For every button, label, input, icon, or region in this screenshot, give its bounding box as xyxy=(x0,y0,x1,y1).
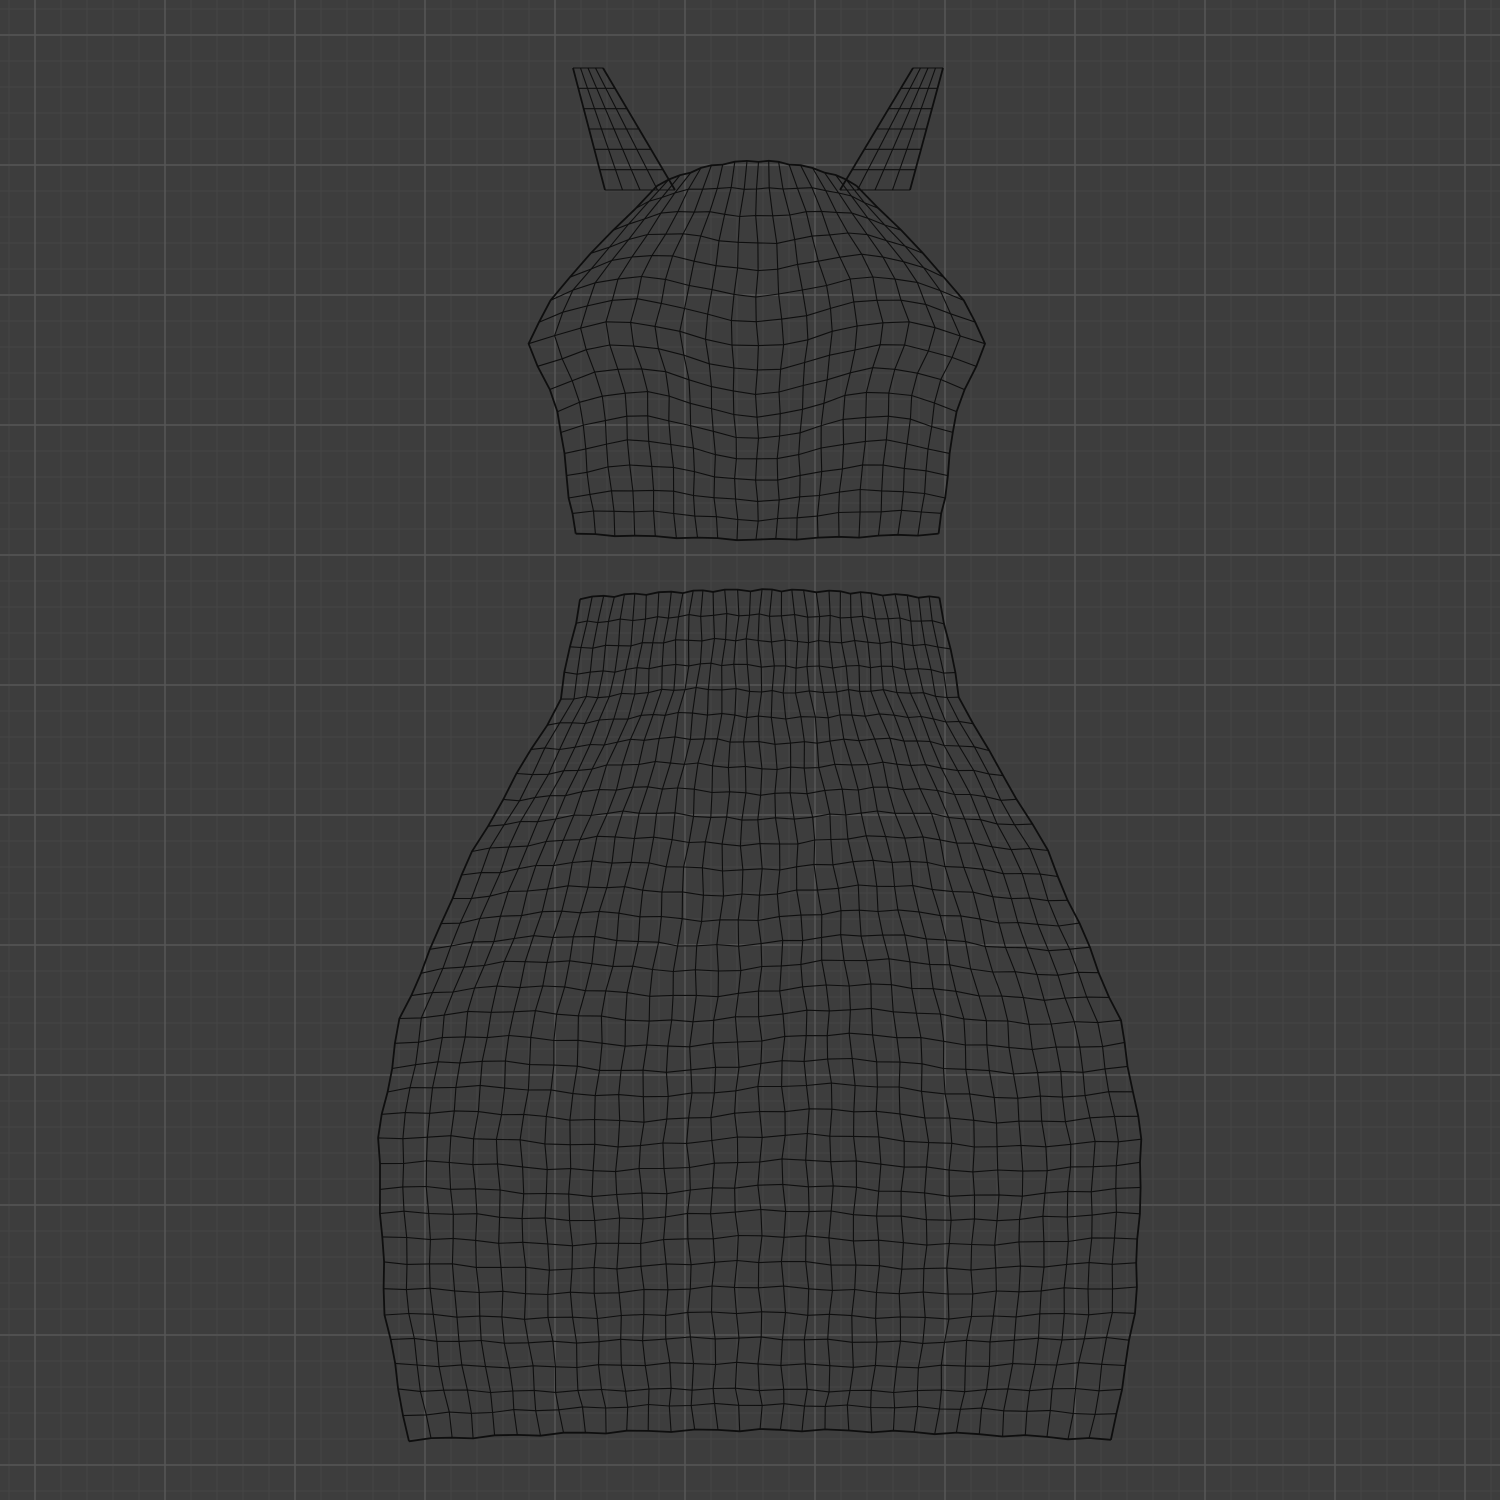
edge-loop xyxy=(383,1285,1137,1296)
edge-loop xyxy=(441,909,1080,927)
edge-ring xyxy=(788,164,833,538)
edge-loop xyxy=(569,637,951,650)
edge-ring xyxy=(679,164,724,538)
edge-loop xyxy=(379,1208,1140,1222)
edge-loop xyxy=(564,662,956,675)
edge-ring xyxy=(835,174,936,535)
3d-viewport[interactable] xyxy=(0,0,1500,1500)
edge-ring xyxy=(815,592,882,1433)
edge-ring xyxy=(768,589,787,1430)
edge-loop xyxy=(399,1007,1122,1025)
edge-loop xyxy=(378,1132,1142,1148)
edge-ring xyxy=(519,594,647,1436)
mesh-wireframe xyxy=(377,67,1143,1443)
edge-loop xyxy=(537,344,977,371)
edge-ring xyxy=(638,590,704,1431)
edge-ring xyxy=(757,589,763,1430)
edge-loop xyxy=(566,464,949,481)
edge-ring xyxy=(527,185,658,534)
edge-ring xyxy=(791,589,834,1430)
edge-ring xyxy=(377,599,581,1442)
edge-ring xyxy=(580,174,681,537)
skirt-mesh[interactable] xyxy=(377,588,1143,1443)
edge-ring xyxy=(710,589,740,1430)
edge-loop xyxy=(395,1361,1126,1369)
edge-ring xyxy=(754,161,760,540)
edge-loop xyxy=(390,1336,1130,1344)
edge-ring xyxy=(495,593,636,1435)
edge-loop xyxy=(408,1428,1111,1443)
edge-ring xyxy=(425,595,605,1438)
edge-ring xyxy=(704,161,736,539)
edge-loop xyxy=(384,1259,1137,1271)
edge-ring xyxy=(906,595,1072,1437)
edge-loop xyxy=(394,1032,1125,1050)
edge-loop xyxy=(387,1082,1133,1099)
edge-loop xyxy=(579,588,940,601)
edge-loop xyxy=(382,1234,1138,1247)
edge-loop xyxy=(379,1183,1141,1198)
edge-ring xyxy=(768,160,785,539)
edge-ring xyxy=(615,590,694,1431)
edge-ring xyxy=(448,596,615,1439)
edge-loop xyxy=(411,983,1110,1001)
edge-loop xyxy=(402,1402,1117,1417)
edge-loop xyxy=(575,532,939,542)
edge-loop xyxy=(572,509,942,522)
edge-loop xyxy=(384,1311,1136,1320)
crop-top-mesh[interactable] xyxy=(527,67,986,542)
edge-ring xyxy=(730,160,748,541)
edge-loop xyxy=(538,298,976,323)
